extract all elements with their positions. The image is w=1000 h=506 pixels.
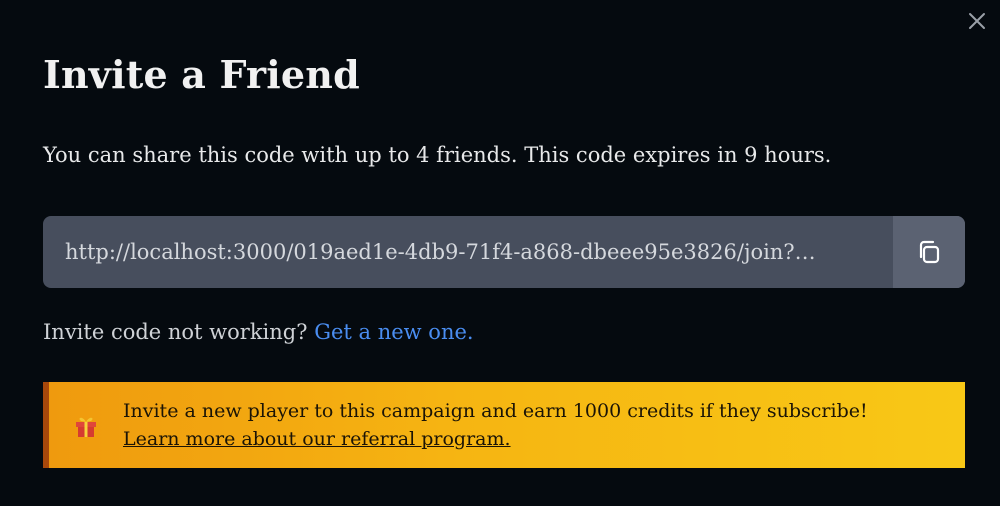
dialog-title: Invite a Friend [43, 52, 360, 97]
get-new-code-link[interactable]: Get a new one. [314, 320, 473, 344]
referral-program-link[interactable]: Learn more about our referral program. [123, 428, 511, 450]
copy-link-button[interactable] [893, 216, 965, 288]
gift-icon-wrap [49, 412, 123, 438]
invite-link-box[interactable]: http://localhost:3000/019aed1e-4db9-71f4… [43, 216, 893, 288]
referral-banner: Invite a new player to this campaign and… [43, 382, 965, 468]
close-icon [969, 13, 985, 29]
dialog-description: You can share this code with up to 4 fri… [43, 143, 832, 167]
close-button[interactable] [964, 8, 990, 34]
invite-help-line: Invite code not working? Get a new one. [43, 320, 474, 344]
copy-icon [919, 240, 940, 264]
invite-friend-dialog: Invite a Friend You can share this code … [0, 0, 1000, 506]
invite-help-text: Invite code not working? [43, 320, 308, 344]
gift-icon [76, 417, 96, 437]
referral-text-block: Invite a new player to this campaign and… [123, 397, 868, 453]
referral-message: Invite a new player to this campaign and… [123, 400, 868, 422]
invite-link-text[interactable]: http://localhost:3000/019aed1e-4db9-71f4… [65, 240, 816, 264]
invite-link-field: http://localhost:3000/019aed1e-4db9-71f4… [43, 216, 965, 288]
